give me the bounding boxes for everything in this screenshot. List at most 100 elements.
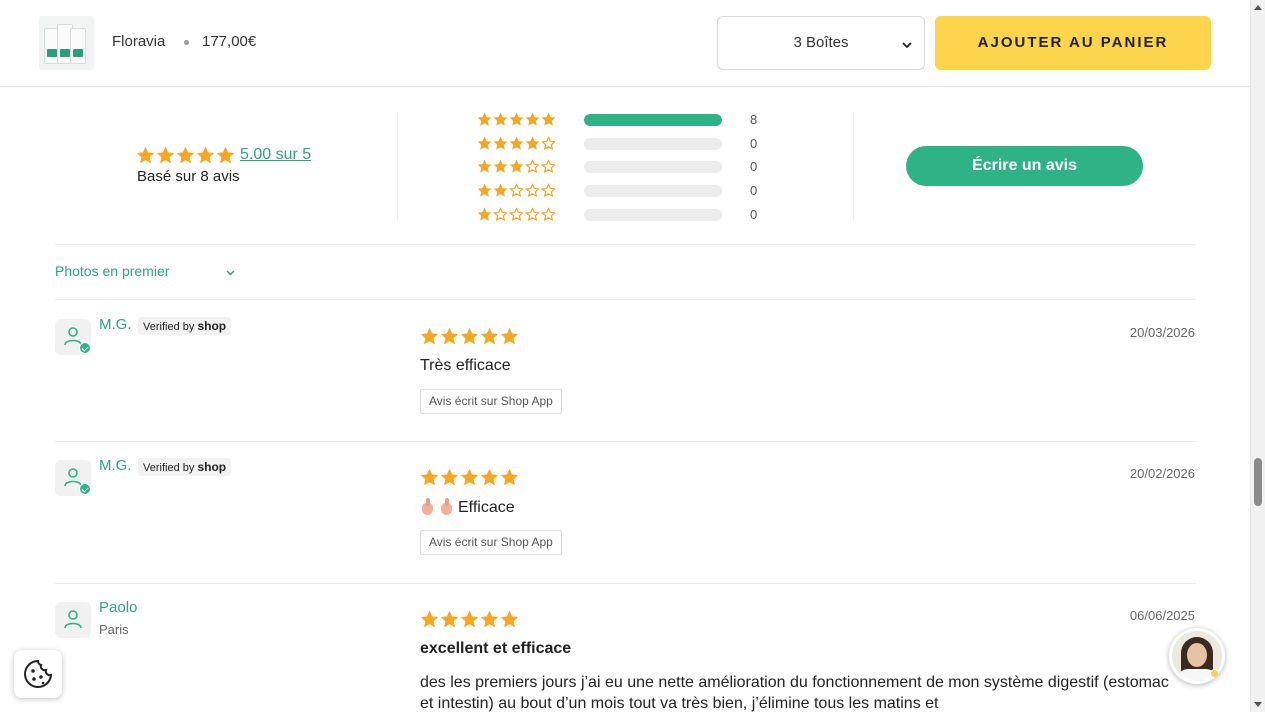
star-filled-icon — [493, 136, 508, 150]
star-filled-icon — [157, 147, 174, 164]
star-filled-icon — [525, 136, 540, 150]
review-rating-stars — [420, 327, 519, 346]
reviewer-name: M.G. — [99, 316, 132, 333]
chat-assistant-button[interactable] — [1169, 628, 1225, 684]
review-source-badge: Avis écrit sur Shop App — [420, 530, 562, 555]
star-filled-icon — [493, 160, 508, 173]
sticky-add-to-cart-bar: Floravia 177,00€ 3 Boîtes AJOUTER AU PAN… — [0, 0, 1250, 87]
star-filled-icon — [501, 328, 518, 345]
review-rating-stars — [420, 610, 519, 629]
scroll-up-arrow-icon[interactable] — [1254, 5, 1262, 10]
variant-selected-value: 3 Boîtes — [793, 34, 849, 51]
star-filled-icon — [481, 328, 498, 345]
star-empty-icon — [509, 207, 524, 221]
user-icon — [64, 610, 82, 629]
verified-check-icon — [79, 483, 91, 495]
reviewer-location: Paris — [99, 622, 129, 637]
review-source-badge: Avis écrit sur Shop App — [420, 389, 562, 414]
histogram-bar-track — [584, 185, 722, 198]
summary-divider — [853, 112, 854, 220]
verified-badge: Verified by shop — [138, 458, 232, 476]
chevron-down-icon — [902, 42, 912, 49]
review-body: des les premiers jours j’ai eu une nette… — [420, 674, 1169, 712]
star-empty-icon — [509, 183, 524, 197]
star-filled-icon — [421, 611, 438, 628]
write-review-button[interactable]: Écrire un avis — [906, 146, 1143, 186]
scroll-down-arrow-icon[interactable] — [1254, 702, 1262, 707]
star-filled-icon — [509, 112, 524, 126]
cookie-settings-button[interactable] — [14, 650, 62, 698]
sort-dropdown[interactable]: Photos en premier — [55, 263, 169, 279]
star-filled-icon — [421, 328, 438, 345]
star-filled-icon — [509, 160, 524, 173]
histogram-bar-track — [584, 161, 722, 174]
star-filled-icon — [177, 147, 194, 164]
star-filled-icon — [477, 207, 492, 221]
histogram-count: 0 — [750, 159, 758, 175]
product-name: Floravia — [112, 33, 166, 50]
chevron-down-icon[interactable] — [225, 267, 236, 278]
variant-select[interactable]: 3 Boîtes — [717, 16, 925, 70]
review-count-text: Basé sur 8 avis — [137, 168, 240, 185]
average-rating-link[interactable]: 5.00 sur 5 — [240, 146, 311, 164]
user-avatar — [55, 319, 91, 355]
star-filled-icon — [541, 112, 556, 126]
star-filled-icon — [477, 160, 492, 173]
review-date: 20/03/2026 — [1129, 325, 1195, 340]
product-price: 177,00€ — [202, 33, 257, 50]
star-empty-icon — [525, 183, 540, 197]
star-filled-icon — [461, 469, 478, 486]
add-to-cart-button[interactable]: AJOUTER AU PANIER — [935, 16, 1211, 70]
average-rating-stars — [136, 146, 235, 165]
reviewer-name: Paolo — [99, 599, 138, 616]
star-filled-icon — [441, 611, 458, 628]
star-filled-icon — [137, 147, 154, 164]
histogram-bar-fill — [584, 114, 722, 126]
review-title: Très efficace — [420, 357, 511, 374]
review-title: Efficace — [420, 498, 515, 517]
star-empty-icon — [541, 207, 556, 221]
review-title: excellent et efficace — [420, 640, 572, 657]
verified-check-icon — [79, 342, 91, 354]
review-rating-stars — [420, 468, 519, 487]
star-filled-icon — [477, 112, 492, 126]
star-filled-icon — [481, 469, 498, 486]
star-empty-icon — [541, 183, 556, 197]
pinched-fingers-emoji-icon — [439, 498, 454, 515]
pinched-fingers-emoji-icon — [420, 498, 435, 515]
star-filled-icon — [493, 112, 508, 126]
histogram-count: 0 — [750, 206, 758, 222]
histogram-bar-track — [584, 114, 722, 126]
verified-badge: Verified by shop — [138, 317, 232, 335]
star-filled-icon — [461, 328, 478, 345]
product-thumbnail — [39, 16, 94, 70]
section-divider — [55, 244, 1196, 245]
star-filled-icon — [217, 147, 234, 164]
star-filled-icon — [441, 469, 458, 486]
section-divider — [55, 299, 1196, 300]
star-empty-icon — [525, 207, 540, 221]
scrollbar-thumb[interactable] — [1254, 458, 1262, 506]
cookie-icon — [24, 659, 53, 688]
histogram-bar-track — [584, 137, 722, 150]
star-empty-icon — [525, 160, 540, 174]
star-filled-icon — [501, 469, 518, 486]
summary-divider — [397, 112, 398, 220]
star-filled-icon — [501, 611, 518, 628]
histogram-count: 0 — [750, 183, 758, 199]
histogram-count: 8 — [750, 112, 758, 127]
star-empty-icon — [493, 207, 508, 221]
histogram-count: 0 — [750, 135, 758, 151]
star-filled-icon — [481, 611, 498, 628]
star-empty-icon — [541, 136, 556, 150]
reviewer-name: M.G. — [99, 457, 132, 474]
page-scrollbar[interactable] — [1250, 0, 1265, 712]
review-divider — [55, 441, 1196, 442]
star-empty-icon — [541, 160, 556, 174]
separator-dot — [184, 40, 189, 45]
star-filled-icon — [509, 136, 524, 150]
star-filled-icon — [197, 147, 214, 164]
star-filled-icon — [493, 184, 508, 197]
review-date: 06/06/2025 — [1129, 608, 1195, 623]
star-filled-icon — [477, 184, 492, 197]
